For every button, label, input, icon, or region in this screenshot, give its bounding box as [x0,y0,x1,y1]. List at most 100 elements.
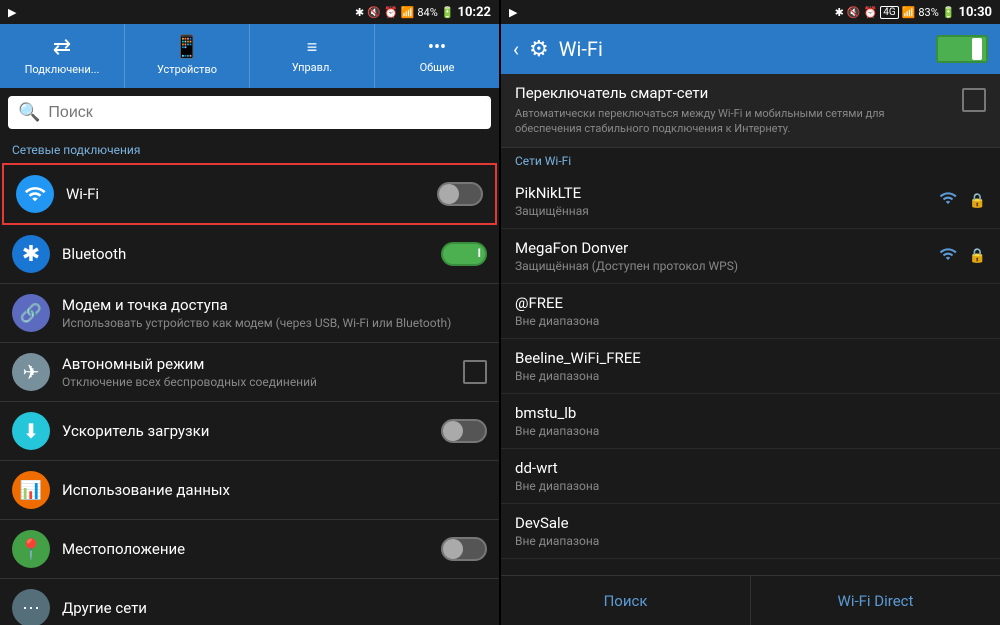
bmstu-text: bmstu_lb Вне диапазона [515,404,986,438]
right-status-left: ▶ [509,6,517,19]
left-panel: ▶ ✱ 🔇 ⏰ 📶 ✱ 🔇 ⏰ 📶 84% 84% 🔋 10:22 ⇄ Подк… [0,0,499,625]
airplane-title: Автономный режим [62,355,451,373]
settings-item-data[interactable]: 📊 Использование данных [0,461,499,520]
smart-switch-title: Переключатель смарт-сети [515,84,952,102]
wifi-text: Wi-Fi [66,185,425,203]
tab-bar: ⇄ Подключени... 📱 Устройство ≡ Управл. •… [0,24,499,88]
bluetooth-toggle[interactable] [441,242,487,266]
airplane-subtitle: Отключение всех беспроводных соединений [62,375,451,389]
wifi-master-toggle[interactable] [936,35,988,63]
tab-connections-label: Подключени... [25,63,100,76]
smart-switch-checkbox[interactable] [962,88,986,112]
modem-subtitle: Использовать устройство как модем (через… [62,316,487,330]
wifi-icon [16,175,54,213]
settings-item-bluetooth[interactable]: ✱ Bluetooth [0,225,499,284]
airplane-icon: ✈ [12,353,50,391]
location-toggle[interactable] [441,537,487,561]
network-item-piknik[interactable]: PikNikLTE Защищённая 🔒 [501,174,1000,229]
beeline-name: Beeline_WiFi_FREE [515,349,986,367]
settings-item-modem[interactable]: 🔗 Модем и точка доступа Использовать уст… [0,284,499,343]
network-item-beeline[interactable]: Beeline_WiFi_FREE Вне диапазона [501,339,1000,394]
right-battery-icon: 🔋 [942,6,956,19]
tab-device[interactable]: 📱 Устройство [125,24,250,88]
search-input[interactable] [48,104,481,122]
megafon-text: MegaFon Donver Защищённая (Доступен прот… [515,239,927,273]
wifi-title: Wi-Fi [66,185,425,203]
location-title: Местоположение [62,540,429,558]
right-time: 10:30 [959,5,993,20]
tab-controls[interactable]: ≡ Управл. [250,24,375,88]
bt-icon: ✱ [355,6,364,19]
ddwrt-status: Вне диапазона [515,479,986,493]
settings-gear-icon[interactable]: ⚙ [529,37,549,62]
left-time: 10:22 [458,5,492,20]
battery-icon: 🔋 [441,6,455,19]
ddwrt-name: dd-wrt [515,459,986,477]
right-bt-icon: ✱ [835,6,844,19]
settings-item-wifi[interactable]: Wi-Fi [2,163,497,225]
alarm-icon: ⏰ [384,6,398,19]
wifi-toggle[interactable] [437,182,483,206]
bmstu-name: bmstu_lb [515,404,986,422]
bluetooth-text: Bluetooth [62,245,429,263]
other-title: Другие сети [62,599,487,617]
wifi-search-button[interactable]: Поиск [501,576,751,625]
right-mute-icon: 🔇 [847,6,861,19]
megafon-signal-icon [937,245,959,267]
right-signal-icon: 📶 [902,6,916,19]
airplane-checkbox[interactable] [463,360,487,384]
data-title: Использование данных [62,481,487,499]
wifi-direct-button[interactable]: Wi-Fi Direct [751,576,1000,625]
wifi-section-header: Сети Wi-Fi [501,148,1000,174]
wifi-search-label: Поиск [604,592,648,610]
settings-list: Wi-Fi ✱ Bluetooth 🔗 Модем и точка доступ… [0,163,499,625]
left-status-left: ▶ [8,6,16,19]
connections-icon: ⇄ [53,37,71,59]
smart-switch-text: Переключатель смарт-сети Автоматически п… [515,84,952,137]
settings-item-other[interactable]: ⋯ Другие сети [0,579,499,625]
piknik-text: PikNikLTE Защищённая [515,184,927,218]
tab-connections[interactable]: ⇄ Подключени... [0,24,125,88]
smart-switch-subtitle: Автоматически переключаться между Wi-Fi … [515,106,952,137]
mute-icon: 🔇 [367,6,381,19]
devsale-name: DevSale [515,514,986,532]
settings-item-airplane[interactable]: ✈ Автономный режим Отключение всех беспр… [0,343,499,402]
location-icon: 📍 [12,530,50,568]
wifi-header-title: Wi-Fi [559,37,926,61]
wifi-toggle-bar [972,38,982,60]
network-item-devsale[interactable]: DevSale Вне диапазона [501,504,1000,559]
network-item-ddwrt[interactable]: dd-wrt Вне диапазона [501,449,1000,504]
devsale-text: DevSale Вне диапазона [515,514,986,548]
other-icon: ⋯ [12,589,50,625]
megafon-name: MegaFon Donver [515,239,927,257]
battery-percent: 84% [417,6,437,19]
ddwrt-text: dd-wrt Вне диапазона [515,459,986,493]
tab-general[interactable]: ••• Общие [375,24,499,88]
piknik-lock-icon: 🔒 [969,193,986,209]
right-play-icon: ▶ [509,6,517,19]
free-name: @FREE [515,294,986,312]
signal-icon: 📶 [401,6,415,19]
download-toggle[interactable] [441,419,487,443]
smart-switch-section[interactable]: Переключатель смарт-сети Автоматически п… [501,74,1000,148]
general-icon: ••• [428,39,446,57]
network-item-free[interactable]: @FREE Вне диапазона [501,284,1000,339]
modem-text: Модем и точка доступа Использовать устро… [62,296,487,330]
piknik-status: Защищённая [515,204,927,218]
right-status-right: ✱ 🔇 ⏰ 4G 📶 83% 🔋 10:30 [835,5,992,20]
settings-item-location[interactable]: 📍 Местоположение [0,520,499,579]
back-button[interactable]: ‹ [513,37,519,61]
network-item-bmstu[interactable]: bmstu_lb Вне диапазона [501,394,1000,449]
network-item-megafon[interactable]: MegaFon Donver Защищённая (Доступен прот… [501,229,1000,284]
piknik-signal-icon [937,189,959,212]
free-text: @FREE Вне диапазона [515,294,986,328]
location-text: Местоположение [62,540,429,558]
megafon-status: Защищённая (Доступен протокол WPS) [515,259,927,273]
device-icon: 📱 [173,37,200,59]
download-text: Ускоритель загрузки [62,422,429,440]
wifi-network-list: PikNikLTE Защищённая 🔒 MegaFon Donver За… [501,174,1000,575]
right-alarm-icon: ⏰ [864,6,878,19]
download-icon: ⬇ [12,412,50,450]
other-text: Другие сети [62,599,487,617]
settings-item-download[interactable]: ⬇ Ускоритель загрузки [0,402,499,461]
